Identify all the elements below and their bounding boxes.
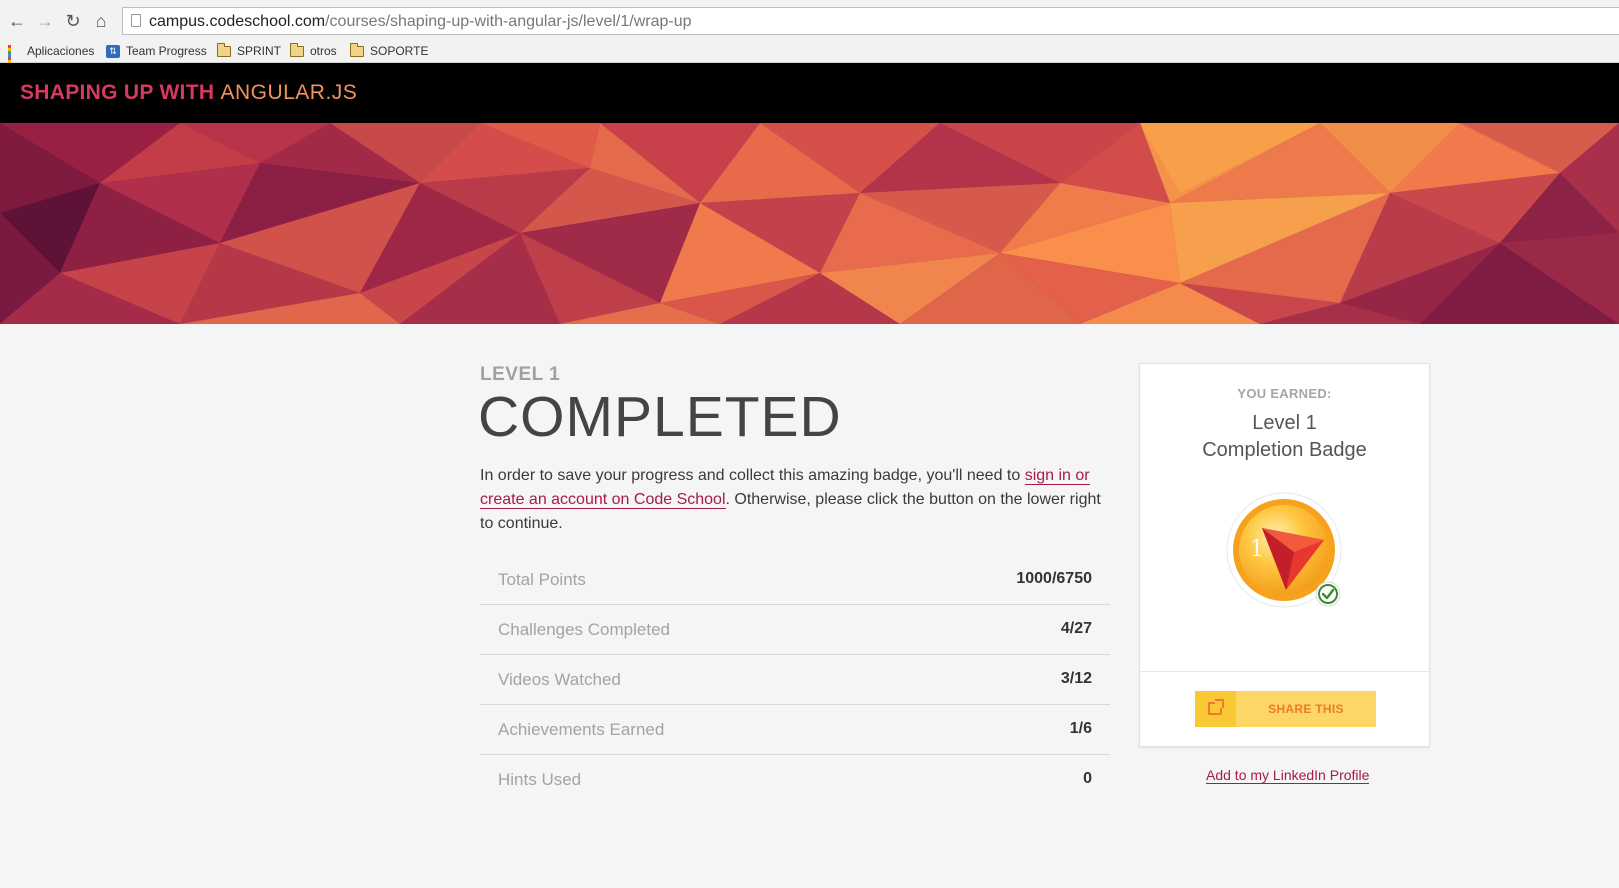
bookmark-otros[interactable]: otros <box>290 42 337 60</box>
bookmark-apps[interactable]: Aplicaciones <box>8 42 95 72</box>
bookmark-label: Aplicaciones <box>27 44 95 58</box>
bookmark-label: otros <box>310 44 337 58</box>
bookmark-sprint[interactable]: SPRINT <box>217 42 281 60</box>
hero-banner <box>0 123 1619 324</box>
status-title: COMPLETED <box>478 385 842 449</box>
intro-text: In order to save your progress and colle… <box>480 464 1110 536</box>
course-title[interactable]: SHAPING UP WITH ANGULAR.JS <box>20 81 357 105</box>
course-title-part2: ANGULAR.JS <box>220 81 358 104</box>
back-arrow-icon[interactable]: ← <box>6 10 28 32</box>
site-header: SHAPING UP WITH ANGULAR.JS <box>0 63 1619 123</box>
url-text[interactable]: campus.codeschool.com/courses/shaping-up… <box>149 13 692 31</box>
stat-label: Hints Used <box>498 770 582 789</box>
folder-icon <box>290 42 304 57</box>
reload-icon[interactable]: ↻ <box>62 10 84 32</box>
level-label: LEVEL 1 <box>480 364 561 385</box>
stat-row-hints-used: Hints Used 0 <box>480 755 1110 805</box>
badge-name: Level 1 Completion Badge <box>1140 410 1429 464</box>
card-divider <box>1140 671 1429 672</box>
browser-toolbar: ← → ↻ ⌂ campus.codeschool.com/courses/sh… <box>0 4 1619 38</box>
stats-table: Total Points 1000/6750 Challenges Comple… <box>480 555 1110 805</box>
course-title-part1: SHAPING UP WITH <box>20 81 215 104</box>
url-path: /courses/shaping-up-with-angular-js/leve… <box>325 13 692 30</box>
home-icon[interactable]: ⌂ <box>90 10 112 32</box>
share-button[interactable]: SHARE THIS <box>1195 691 1376 727</box>
bookmark-team-progress[interactable]: ⇅ Team Progress <box>106 42 207 60</box>
badge-name-line2: Completion Badge <box>1202 439 1367 461</box>
team-progress-icon: ⇅ <box>106 44 120 58</box>
stat-row-achievements-earned: Achievements Earned 1/6 <box>480 705 1110 755</box>
folder-icon <box>217 42 231 57</box>
folder-icon <box>350 42 364 57</box>
stat-value: 3/12 <box>1060 670 1092 687</box>
intro-text-before: In order to save your progress and colle… <box>480 467 1025 484</box>
share-icon <box>1208 699 1224 715</box>
stat-label: Achievements Earned <box>498 720 665 739</box>
bookmarks-bar: Aplicaciones ⇅ Team Progress SPRINT otro… <box>0 40 1619 72</box>
you-earned-label: YOU EARNED: <box>1237 386 1332 401</box>
badge-name-line1: Level 1 <box>1252 412 1317 434</box>
share-icon-box <box>1195 691 1236 727</box>
stat-label: Total Points <box>498 570 586 589</box>
browser-chrome: ← → ↻ ⌂ campus.codeschool.com/courses/sh… <box>0 0 1619 72</box>
forward-arrow-icon[interactable]: → <box>34 10 56 32</box>
stat-row-videos-watched: Videos Watched 3/12 <box>480 655 1110 705</box>
bookmark-label: SOPORTE <box>370 44 429 58</box>
stat-label: Challenges Completed <box>498 620 670 639</box>
banner-pattern <box>0 123 1619 324</box>
stat-label: Videos Watched <box>498 670 621 689</box>
stat-row-total-points: Total Points 1000/6750 <box>480 555 1110 605</box>
bookmark-soporte[interactable]: SOPORTE <box>350 42 428 60</box>
stat-row-challenges-completed: Challenges Completed 4/27 <box>480 605 1110 655</box>
add-to-linkedin-link[interactable]: Add to my LinkedIn Profile <box>1206 767 1370 784</box>
page-icon <box>131 14 141 27</box>
url-host: campus.codeschool.com <box>149 13 326 30</box>
stat-value: 0 <box>1083 770 1092 787</box>
address-bar[interactable]: campus.codeschool.com/courses/shaping-up… <box>122 7 1619 35</box>
bookmark-label: Team Progress <box>126 44 207 58</box>
stat-value: 1/6 <box>1069 720 1092 737</box>
badge-number: 1 <box>1250 537 1264 562</box>
badge-card: YOU EARNED: Level 1 Completion Badge 1 S… <box>1139 363 1430 747</box>
apps-grid-icon <box>8 44 21 72</box>
bookmark-label: SPRINT <box>237 44 282 58</box>
completion-badge-icon: 1 <box>1226 492 1342 608</box>
stat-value: 4/27 <box>1060 620 1092 637</box>
stat-value: 1000/6750 <box>1016 570 1092 587</box>
share-button-label: SHARE THIS <box>1268 702 1344 716</box>
